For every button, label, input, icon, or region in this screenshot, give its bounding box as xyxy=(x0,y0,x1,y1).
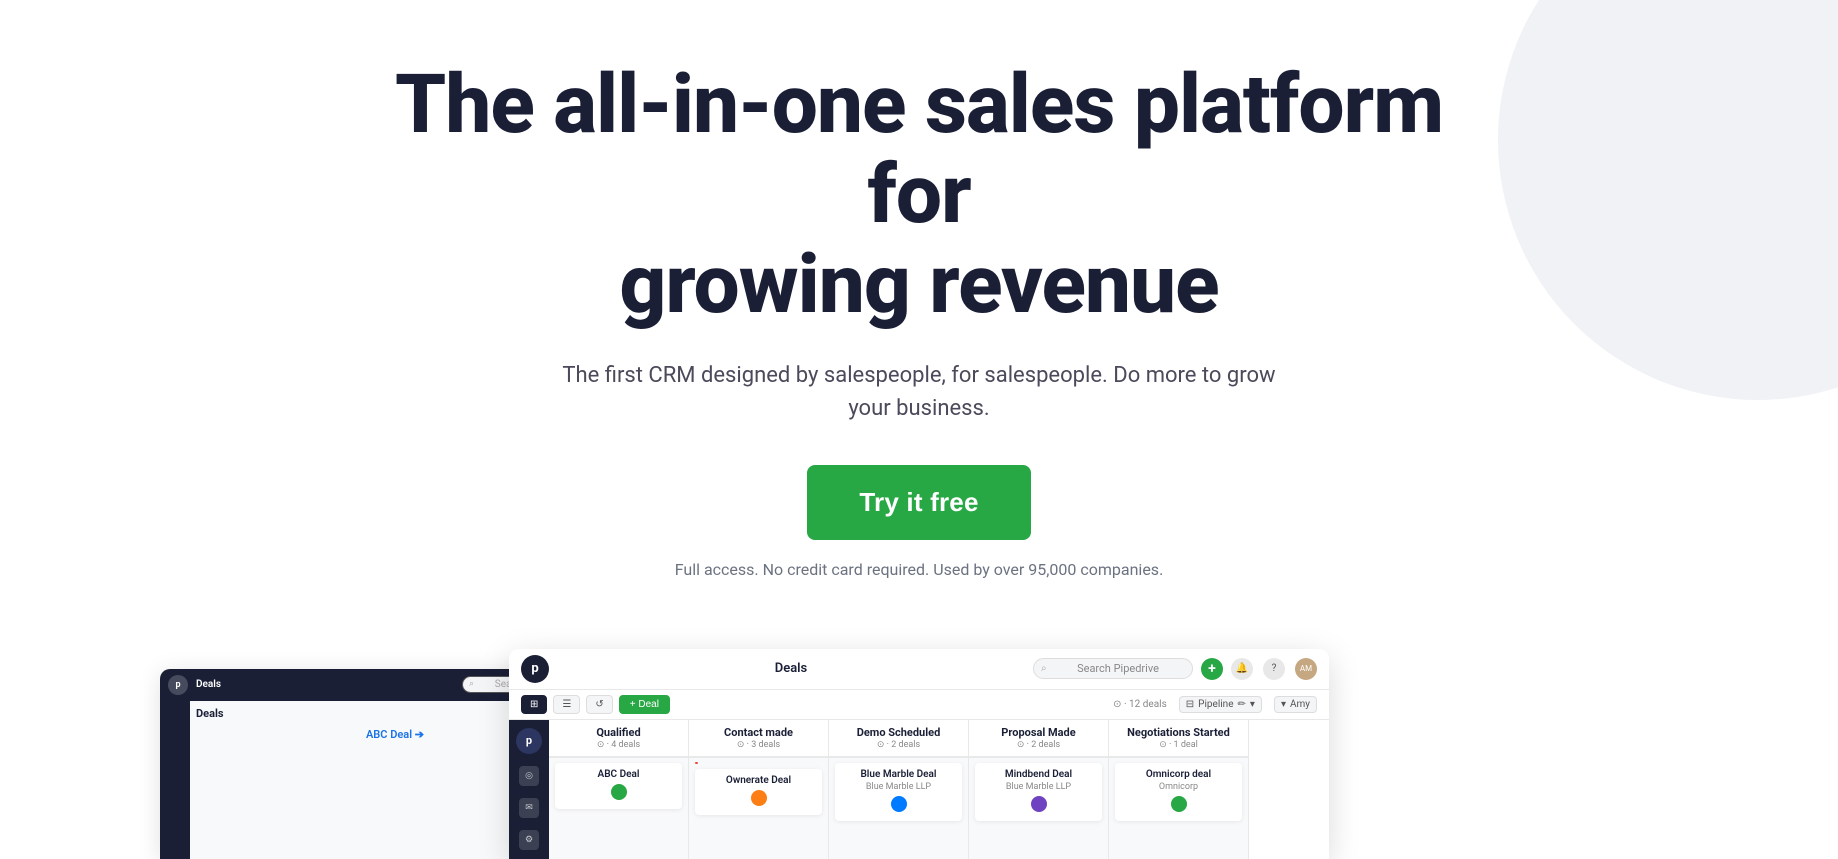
kanban-card[interactable]: Ownerate Deal xyxy=(695,769,822,815)
crm-header-icons: 🔔 ? AM xyxy=(1231,658,1317,680)
kanban-col-negotiations: Negotiations Started ⊙ · 1 deal Omnicorp… xyxy=(1109,720,1249,859)
pipeline-edit-icon: ✏ xyxy=(1238,699,1246,710)
hero-content: The all-in-one sales platform for growin… xyxy=(0,0,1838,859)
card-title: Blue Marble Deal xyxy=(843,769,954,780)
back-app-title: Deals xyxy=(196,679,221,690)
col-negotiations-title: Negotiations Started xyxy=(1117,726,1240,739)
crm-add-button[interactable]: + xyxy=(1201,658,1223,680)
card-title: Ownerate Deal xyxy=(703,775,814,786)
card-avatar xyxy=(1031,796,1047,812)
crm-logo-text: p xyxy=(531,661,538,676)
back-logo-text: p xyxy=(175,680,180,690)
app-screenshot-front: p Deals ⌕ Search Pipedrive + xyxy=(509,649,1329,859)
user-filter-icon: ▾ xyxy=(1281,699,1286,710)
crm-kanban: Qualified ⊙ · 4 deals ABC Deal xyxy=(549,720,1329,859)
try-it-free-button[interactable]: Try it free xyxy=(807,465,1030,540)
hero-title-line2: growing revenue xyxy=(619,237,1218,333)
sidebar-logo: p xyxy=(516,728,542,754)
kanban-col-contact: Contact made ⊙ · 3 deals Ownerate Deal xyxy=(689,720,829,859)
col-contact-divider xyxy=(695,762,698,764)
sidebar-location-icon[interactable]: ◎ xyxy=(519,766,539,786)
search-placeholder-text: Search Pipedrive xyxy=(1077,662,1159,675)
card-avatar xyxy=(751,790,767,806)
toolbar-add-deal-button[interactable]: + Deal xyxy=(619,695,670,714)
card-company: Blue Marble LLP xyxy=(983,782,1094,792)
pipeline-icon: ⊟ xyxy=(1186,699,1194,710)
card-title: ABC Deal xyxy=(563,769,674,780)
deals-count: ⊙ · 12 deals xyxy=(1113,699,1167,710)
pipeline-selector[interactable]: ⊟ Pipeline ✏ ▾ xyxy=(1179,696,1262,713)
pipeline-label: Pipeline xyxy=(1198,699,1233,710)
col-demo-title: Demo Scheduled xyxy=(837,726,960,739)
cta-note: Full access. No credit card required. Us… xyxy=(675,560,1164,579)
crm-search-input[interactable]: Search Pipedrive xyxy=(1033,658,1193,679)
crm-app-header: p Deals ⌕ Search Pipedrive + xyxy=(509,649,1329,690)
back-search-icon: ⌕ xyxy=(469,679,474,689)
card-company: Omnicorp xyxy=(1123,782,1234,792)
crm-sidebar: p ◎ ✉ ⚙ xyxy=(509,720,549,859)
col-qualified-count: ⊙ · 4 deals xyxy=(557,740,680,750)
kanban-card[interactable]: Mindbend Deal Blue Marble LLP xyxy=(975,763,1102,821)
back-deals-label: Deals xyxy=(196,707,224,720)
card-avatar xyxy=(891,796,907,812)
col-contact-count: ⊙ · 3 deals xyxy=(697,740,820,750)
crm-search-wrapper[interactable]: ⌕ Search Pipedrive xyxy=(1033,658,1193,679)
col-negotiations-count: ⊙ · 1 deal xyxy=(1117,740,1240,750)
app-previews: p Deals ⌕ Search Pipedrive Deal xyxy=(0,639,1838,859)
bell-icon[interactable]: 🔔 xyxy=(1231,658,1253,680)
card-avatar xyxy=(1171,796,1187,812)
crm-kanban-body: p ◎ ✉ ⚙ Qualified ⊙ xyxy=(509,720,1329,859)
user-avatar-icon[interactable]: AM xyxy=(1295,658,1317,680)
toolbar-filter-button[interactable]: ⊞ xyxy=(521,695,547,714)
kanban-col-proposal: Proposal Made ⊙ · 2 deals Mindbend Deal … xyxy=(969,720,1109,859)
col-qualified-title: Qualified xyxy=(557,726,680,739)
col-contact-title: Contact made xyxy=(697,726,820,739)
card-company: Blue Marble LLP xyxy=(843,782,954,792)
hero-section: The all-in-one sales platform for growin… xyxy=(0,0,1838,859)
hero-title-line1: The all-in-one sales platform for xyxy=(395,57,1443,243)
kanban-col-demo: Demo Scheduled ⊙ · 2 deals Blue Marble D… xyxy=(829,720,969,859)
crm-app-title: Deals xyxy=(557,661,1025,676)
kanban-col-qualified: Qualified ⊙ · 4 deals ABC Deal xyxy=(549,720,689,859)
hero-subtitle: The first CRM designed by salespeople, f… xyxy=(544,359,1294,425)
help-icon[interactable]: ? xyxy=(1263,658,1285,680)
kanban-card[interactable]: Blue Marble Deal Blue Marble LLP xyxy=(835,763,962,821)
pipeline-chevron-icon: ▾ xyxy=(1250,699,1255,710)
crm-toolbar: ⊞ ☰ ↺ + Deal ⊙ · 12 deals ⊟ Pipeline ✏ ▾ xyxy=(509,690,1329,720)
col-proposal-title: Proposal Made xyxy=(977,726,1100,739)
crm-app-logo: p xyxy=(521,655,549,683)
sidebar-message-icon[interactable]: ✉ xyxy=(519,798,539,818)
user-selector[interactable]: ▾ Amy xyxy=(1274,696,1317,713)
col-demo-count: ⊙ · 2 deals xyxy=(837,740,960,750)
col-proposal-count: ⊙ · 2 deals xyxy=(977,740,1100,750)
user-label: Amy xyxy=(1290,699,1310,710)
kanban-card[interactable]: ABC Deal xyxy=(555,763,682,809)
sidebar-settings-icon[interactable]: ⚙ xyxy=(519,830,539,850)
back-app-logo: p xyxy=(168,675,188,695)
kanban-card[interactable]: Omnicorp deal Omnicorp xyxy=(1115,763,1242,821)
crm-stats: ⊙ · 12 deals ⊟ Pipeline ✏ ▾ ▾ Amy xyxy=(1113,696,1317,713)
card-avatar xyxy=(611,784,627,800)
toolbar-list-button[interactable]: ☰ xyxy=(553,695,580,714)
hero-title: The all-in-one sales platform for growin… xyxy=(369,60,1469,331)
toolbar-refresh-button[interactable]: ↺ xyxy=(586,695,612,714)
crm-search-icon: ⌕ xyxy=(1041,663,1047,674)
back-app-sidebar xyxy=(160,701,190,859)
crm-app: p Deals ⌕ Search Pipedrive + xyxy=(509,649,1329,859)
card-title: Omnicorp deal xyxy=(1123,769,1234,780)
card-title: Mindbend Deal xyxy=(983,769,1094,780)
sidebar-logo-text: p xyxy=(526,734,532,747)
